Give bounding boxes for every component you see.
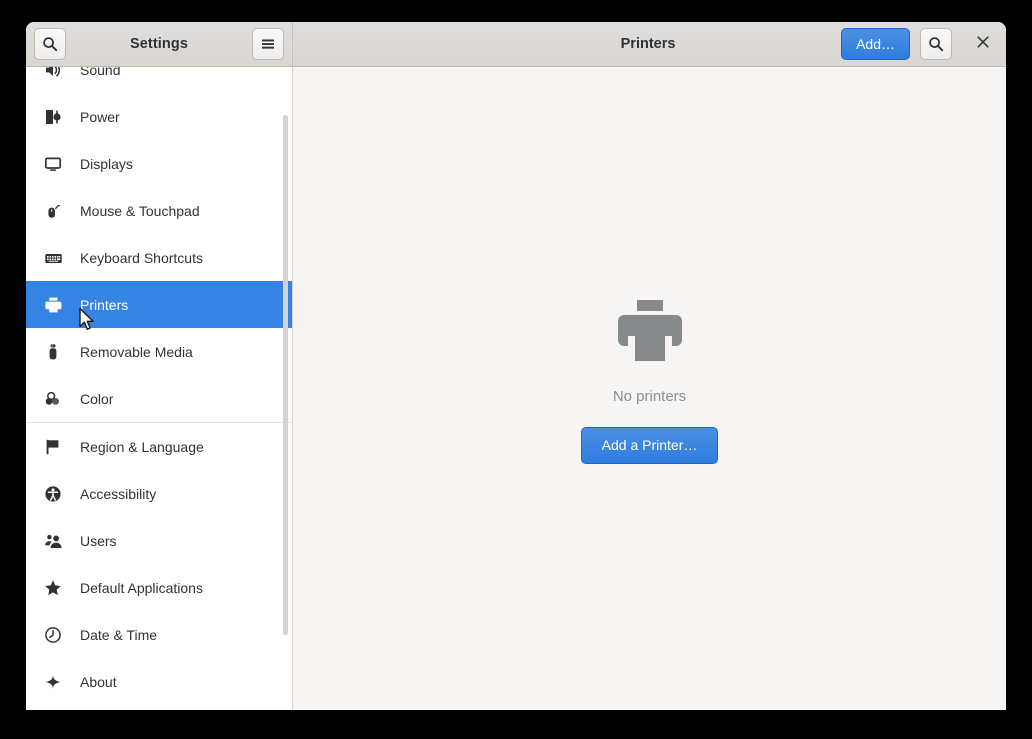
sidebar-item-printers[interactable]: Printers xyxy=(26,281,292,328)
sidebar-item-default-applications[interactable]: Default Applications xyxy=(26,564,292,611)
sidebar-item-label: Mouse & Touchpad xyxy=(80,202,200,219)
empty-state: No printers Add a Printer… xyxy=(580,300,719,464)
sidebar-item-power[interactable]: Power xyxy=(26,93,292,140)
menu-button[interactable] xyxy=(252,28,284,60)
sidebar-item-label: Displays xyxy=(80,155,133,172)
sidebar-item-users[interactable]: Users xyxy=(26,517,292,564)
sidebar-scrollbar[interactable] xyxy=(283,115,288,635)
sidebar-item-keyboard-shortcuts[interactable]: Keyboard Shortcuts xyxy=(26,234,292,281)
sidebar-item-accessibility[interactable]: Accessibility xyxy=(26,470,292,517)
usb-drive-icon xyxy=(42,341,64,363)
panel-title: Printers xyxy=(620,36,676,52)
search-icon xyxy=(928,36,944,52)
color-wheel-icon xyxy=(42,388,64,410)
speaker-icon xyxy=(42,67,64,81)
star-icon xyxy=(42,577,64,599)
sidebar-item-label: About xyxy=(80,673,117,690)
sidebar-item-label: Region & Language xyxy=(80,438,204,455)
flag-icon xyxy=(42,436,64,458)
sidebar-item-mouse-touchpad[interactable]: Mouse & Touchpad xyxy=(26,187,292,234)
empty-state-message: No printers xyxy=(612,388,687,405)
sidebar-item-removable-media[interactable]: Removable Media xyxy=(26,328,292,375)
close-icon xyxy=(976,35,990,54)
mouse-icon xyxy=(42,200,64,222)
sparkle-icon xyxy=(42,671,64,693)
header-bar: Settings Printers Add… xyxy=(26,22,1006,67)
clock-icon xyxy=(42,624,64,646)
users-icon xyxy=(42,530,64,552)
monitor-icon xyxy=(42,153,64,175)
sidebar-item-label: Users xyxy=(80,532,117,549)
sidebar-item-label: Sound xyxy=(80,67,121,78)
sidebar-item-region-language[interactable]: Region & Language xyxy=(26,423,292,470)
header-right-section: Printers Add… xyxy=(293,22,1006,66)
sidebar-item-label: Removable Media xyxy=(80,343,193,360)
sidebar-item-label: Default Applications xyxy=(80,579,203,596)
header-left-section: Settings xyxy=(26,22,293,66)
accessibility-icon xyxy=(42,483,64,505)
sidebar-item-label: Accessibility xyxy=(80,485,157,502)
sidebar-item-sound[interactable]: Sound xyxy=(26,67,292,93)
sidebar-item-label: Keyboard Shortcuts xyxy=(80,249,203,266)
hamburger-menu-icon xyxy=(260,37,276,51)
window-body: Sound Power Displays Mouse & Touchpad Keyboa… xyxy=(26,67,1006,710)
keyboard-icon xyxy=(42,247,64,269)
power-plug-icon xyxy=(42,106,64,128)
sidebar-item-label: Color xyxy=(80,390,114,407)
main-content: No printers Add a Printer… xyxy=(293,67,1006,710)
sidebar-item-label: Printers xyxy=(80,296,129,313)
printer-icon xyxy=(614,300,686,367)
settings-window: Settings Printers Add… Sound Power Displ… xyxy=(26,22,1006,710)
panel-search-button[interactable] xyxy=(920,28,952,60)
close-button[interactable] xyxy=(968,28,998,60)
sidebar: Sound Power Displays Mouse & Touchpad Keyboa… xyxy=(26,67,293,710)
add-button[interactable]: Add… xyxy=(841,28,910,60)
sidebar-nav-list: Sound Power Displays Mouse & Touchpad Keyboa… xyxy=(26,67,292,705)
search-icon xyxy=(42,36,58,52)
search-button[interactable] xyxy=(34,28,66,60)
sidebar-item-label: Power xyxy=(80,108,120,125)
sidebar-item-displays[interactable]: Displays xyxy=(26,140,292,187)
printer-icon xyxy=(42,294,64,316)
sidebar-item-date-time[interactable]: Date & Time xyxy=(26,611,292,658)
sidebar-item-about[interactable]: About xyxy=(26,658,292,705)
add-a-printer-button[interactable]: Add a Printer… xyxy=(580,427,719,464)
sidebar-item-label: Date & Time xyxy=(80,626,158,643)
sidebar-item-color[interactable]: Color xyxy=(26,375,292,422)
